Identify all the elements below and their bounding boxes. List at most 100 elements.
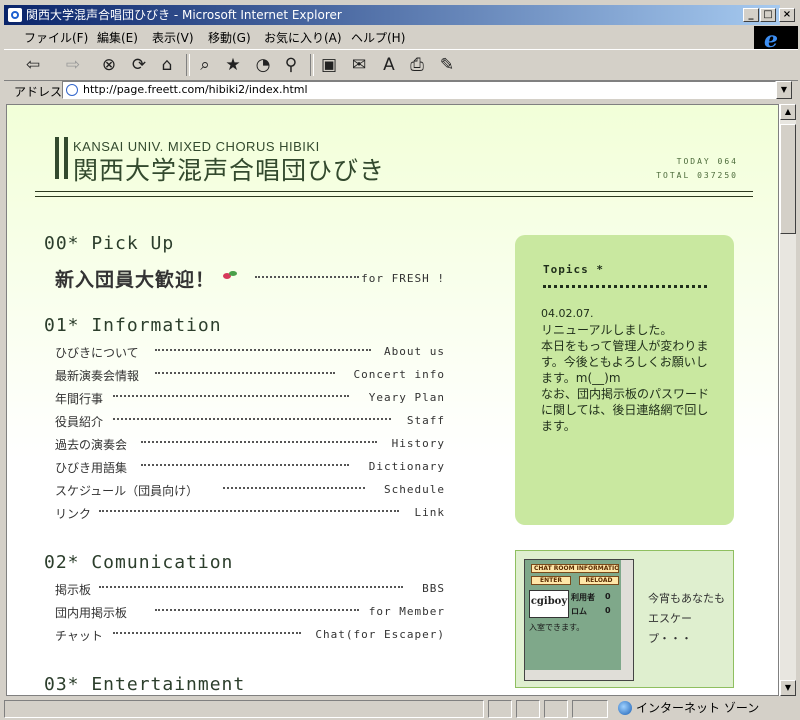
section-pickup-heading: 00* Pick Up	[44, 233, 175, 254]
topics-line: リニューアルしました。	[541, 323, 673, 337]
nav-dictionary[interactable]: ひびき用語集 Dictionary	[55, 459, 445, 477]
nav-history[interactable]: 過去の演奏会 History	[55, 436, 445, 454]
scroll-up-icon[interactable]: ▲	[780, 104, 796, 120]
nav-label-jp[interactable]: リンク	[55, 505, 91, 522]
chat-enter-button[interactable]: ENTER	[531, 576, 571, 585]
menu-view[interactable]: 表示(V)	[152, 29, 194, 46]
nav-label-en[interactable]: Yeary Plan	[369, 391, 445, 404]
search-icon[interactable]: ⌕	[194, 54, 216, 76]
menu-help[interactable]: ヘルプ(H)	[351, 29, 405, 46]
divider	[35, 191, 753, 192]
scroll-thumb[interactable]	[780, 124, 796, 234]
status-pane	[516, 700, 540, 718]
globe-icon	[618, 701, 632, 715]
ie-throbber-logo: e	[754, 26, 798, 53]
edit-icon[interactable]: ✎	[436, 54, 458, 76]
topics-line: 本日をもって管理人が変わります。今後ともよろしくお願いします。m(__)m	[541, 339, 709, 385]
browser-window: 関西大学混声合唱団ひびき - Microsoft Internet Explor…	[0, 0, 800, 720]
banner-bar	[64, 137, 68, 179]
stop-icon[interactable]: ⊗	[98, 54, 120, 76]
nav-concert[interactable]: 最新演奏会情報 Concert info	[55, 367, 445, 385]
status-bar: インターネット ゾーン	[4, 698, 798, 720]
nav-bbs[interactable]: 掲示板 BBS	[55, 581, 445, 599]
section-communication-heading: 02* Comunication	[44, 552, 234, 573]
nav-label-jp[interactable]: スケジュール（団員向け）	[55, 482, 198, 499]
nav-schedule[interactable]: スケジュール（団員向け） Schedule	[55, 482, 445, 500]
nav-label-en[interactable]: About us	[384, 345, 445, 358]
font-icon[interactable]: A	[378, 54, 400, 76]
toolbar: ⇦ ⇨ ⊗ ⟳ ⌂ ⌕ ★ ◔ ⚲ ▣ ✉ A ⎙ ✎	[4, 49, 798, 81]
nav-chat[interactable]: チャット Chat(for Escaper)	[55, 627, 445, 645]
menu-favorites[interactable]: お気に入り(A)	[264, 29, 342, 46]
refresh-icon[interactable]: ⟳	[128, 54, 150, 76]
menu-go[interactable]: 移動(G)	[208, 29, 251, 46]
chat-room-frame[interactable]: CHAT ROOM INFORMATION ENTER RELOAD cgibo…	[524, 559, 634, 681]
chat-scrollbar[interactable]	[621, 560, 633, 680]
window-title: 関西大学混声合唱団ひびき - Microsoft Internet Explor…	[26, 8, 342, 22]
pickup-link[interactable]: for FRESH !	[361, 272, 445, 285]
title-bar: 関西大学混声合唱団ひびき - Microsoft Internet Explor…	[4, 5, 795, 25]
flower-icon	[223, 271, 237, 283]
channels-icon[interactable]: ⚲	[280, 54, 302, 76]
fullscreen-icon[interactable]: ▣	[318, 54, 340, 76]
nav-label-jp[interactable]: ひびきについて	[55, 344, 139, 361]
nav-yearly-plan[interactable]: 年間行事 Yeary Plan	[55, 390, 445, 408]
nav-label-en[interactable]: BBS	[422, 582, 445, 595]
nav-label-jp[interactable]: ひびき用語集	[55, 459, 127, 476]
menu-file[interactable]: ファイル(F)	[24, 29, 88, 46]
chat-status: 入室できます。	[529, 623, 585, 632]
nav-label-en[interactable]: Link	[415, 506, 446, 519]
nav-label-en[interactable]: for Member	[369, 605, 445, 618]
nav-label-jp[interactable]: 過去の演奏会	[55, 436, 127, 453]
nav-label-en[interactable]: History	[392, 437, 445, 450]
close-button[interactable]: ×	[779, 8, 795, 22]
minimize-button[interactable]: _	[743, 8, 759, 22]
chat-hscrollbar[interactable]	[525, 670, 621, 680]
nav-label-jp[interactable]: チャット	[55, 627, 103, 644]
print-icon[interactable]: ⎙	[406, 54, 428, 76]
security-zone: インターネット ゾーン	[614, 700, 759, 718]
address-url[interactable]: http://page.freett.com/hibiki2/index.htm…	[83, 82, 308, 98]
chat-rom-label: ロム	[571, 607, 587, 616]
nav-staff[interactable]: 役員紹介 Staff	[55, 413, 445, 431]
total-counter: TOTAL 037250	[656, 171, 738, 180]
nav-label-en[interactable]: Schedule	[384, 483, 445, 496]
nav-label-en[interactable]: Concert info	[354, 368, 445, 381]
history-icon[interactable]: ◔	[252, 54, 274, 76]
nav-about[interactable]: ひびきについて About us	[55, 344, 445, 362]
home-icon[interactable]: ⌂	[156, 54, 178, 76]
address-input[interactable]: http://page.freett.com/hibiki2/index.htm…	[62, 81, 776, 99]
nav-link[interactable]: リンク Link	[55, 505, 445, 523]
maximize-button[interactable]: □	[760, 8, 776, 22]
chat-reload-button[interactable]: RELOAD	[579, 576, 619, 585]
banner-title: 関西大学混声合唱団ひびき	[73, 156, 386, 185]
page-scrollbar[interactable]: ▲ ▼	[779, 104, 796, 696]
nav-member-bbs[interactable]: 団内用掲示板 for Member	[55, 604, 445, 622]
topics-divider	[543, 285, 707, 288]
favorites-icon[interactable]: ★	[222, 54, 244, 76]
chat-users-value: 0	[605, 592, 611, 601]
menu-edit[interactable]: 編集(E)	[97, 29, 138, 46]
nav-label-jp[interactable]: 最新演奏会情報	[55, 367, 139, 384]
forward-icon[interactable]: ⇨	[62, 54, 84, 76]
mail-icon[interactable]: ✉	[348, 54, 370, 76]
address-dropdown-icon[interactable]: ▼	[776, 81, 792, 99]
topics-date: 04.02.07.	[541, 307, 594, 320]
banner-bar	[55, 137, 59, 179]
nav-label-jp[interactable]: 団内用掲示板	[55, 604, 127, 621]
section-entertainment-heading: 03* Entertainment	[44, 674, 246, 695]
nav-label-en[interactable]: Staff	[407, 414, 445, 427]
back-icon[interactable]: ⇦	[22, 54, 44, 76]
pickup-link-row[interactable]: for FRESH !	[253, 271, 445, 289]
status-pane	[572, 700, 608, 718]
nav-label-jp[interactable]: 役員紹介	[55, 413, 103, 430]
topics-body: リニューアルしました。 本日をもって管理人が変わります。今後ともよろしくお願いし…	[541, 322, 711, 434]
nav-label-jp[interactable]: 掲示板	[55, 581, 91, 598]
scroll-down-icon[interactable]: ▼	[780, 680, 796, 696]
pickup-feature[interactable]: 新入団員大歓迎！	[55, 265, 215, 292]
status-pane	[544, 700, 568, 718]
nav-label-jp[interactable]: 年間行事	[55, 390, 103, 407]
nav-label-en[interactable]: Dictionary	[369, 460, 445, 473]
address-label: アドレス	[14, 85, 63, 99]
nav-label-en[interactable]: Chat(for Escaper)	[315, 628, 445, 641]
